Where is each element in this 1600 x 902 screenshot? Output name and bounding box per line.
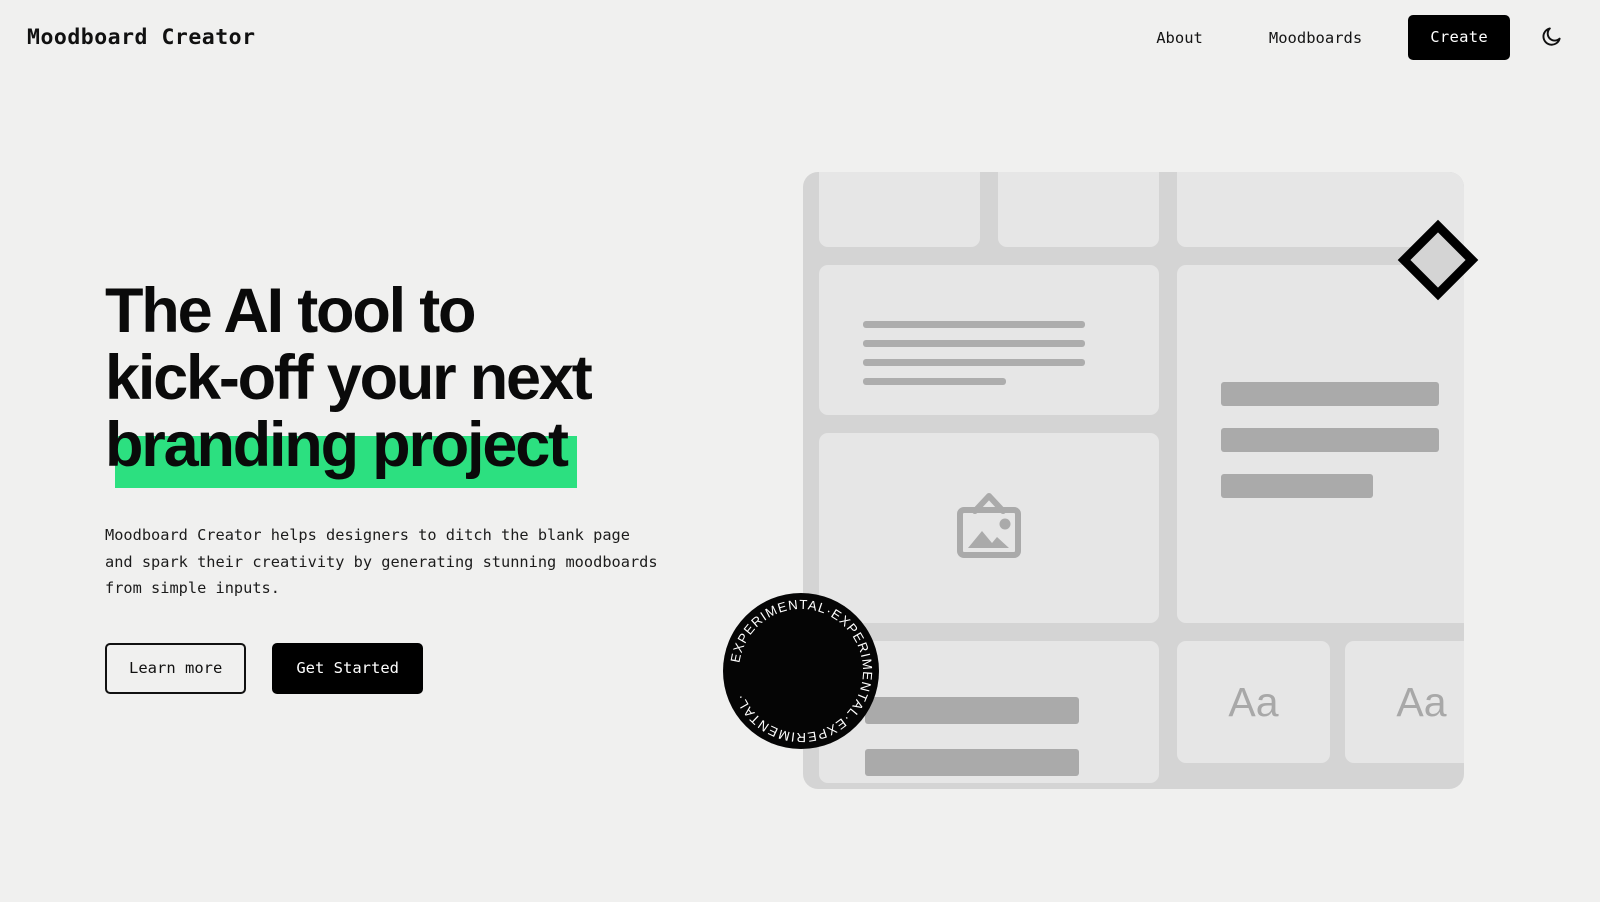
placeholder-bar	[1221, 382, 1439, 406]
placeholder-line	[863, 359, 1085, 366]
hero-description: Moodboard Creator helps designers to dit…	[105, 526, 658, 597]
image-placeholder-icon	[951, 491, 1027, 565]
type-sample-glyph: Aa	[1396, 678, 1447, 725]
hero-actions: Learn more Get Started	[105, 642, 705, 694]
type-card-pair: Aa Aa	[1177, 641, 1464, 783]
site-header: Moodboard Creator About Moodboards Creat…	[0, 0, 1600, 75]
placeholder-bar	[865, 749, 1079, 776]
moodboard-grid: Aa Aa	[819, 172, 1464, 789]
nav-link-moodboards[interactable]: Moodboards	[1255, 21, 1376, 55]
nav-link-about[interactable]: About	[1142, 21, 1217, 55]
diamond-outline-icon	[1396, 218, 1480, 302]
type-card-bottom-right: Aa	[1345, 641, 1464, 763]
placeholder-line	[863, 378, 1006, 385]
moodboard-illustration: Aa Aa	[803, 172, 1464, 789]
theme-toggle-button[interactable]	[1528, 15, 1574, 61]
moodboard-panel: Aa Aa	[803, 172, 1464, 789]
type-card-top-right: Aa	[998, 172, 1159, 247]
text-lines-card-left	[819, 265, 1159, 415]
placeholder-line	[863, 321, 1085, 328]
type-card-bottom-left: Aa	[1177, 641, 1330, 763]
placeholder-line	[863, 340, 1085, 347]
hero-section: The AI tool to kick-off your next brandi…	[105, 278, 705, 694]
stamp-text-ring: EXPERIMENTAL·EXPERIMENTAL·EXPERIMENTAL·	[728, 597, 876, 745]
highlighted-phrase: branding project	[105, 412, 577, 488]
placeholder-bar	[865, 697, 1079, 724]
learn-more-button[interactable]: Learn more	[105, 642, 247, 694]
moon-icon	[1540, 25, 1563, 51]
hero-title-line-3: branding project	[105, 412, 705, 488]
get-started-button[interactable]: Get Started	[272, 642, 423, 694]
type-sample-glyph: Aa	[1228, 678, 1279, 725]
placeholder-bar	[1221, 474, 1373, 498]
bars-card-right	[1177, 265, 1464, 623]
type-card-top-left: Aa	[819, 172, 980, 247]
hero-title-line-2: kick-off your next	[105, 343, 593, 413]
create-button[interactable]: Create	[1408, 15, 1510, 60]
hero-title-line-1: The AI tool to	[105, 276, 476, 346]
page-title: The AI tool to kick-off your next brandi…	[105, 276, 705, 488]
main-navigation: About Moodboards Create	[1142, 15, 1574, 61]
stamp-text: EXPERIMENTAL·EXPERIMENTAL·EXPERIMENTAL·	[728, 597, 876, 745]
brand-logo[interactable]: Moodboard Creator	[27, 25, 256, 50]
placeholder-bar	[1221, 428, 1439, 452]
experimental-stamp-badge: EXPERIMENTAL·EXPERIMENTAL·EXPERIMENTAL·	[723, 593, 879, 749]
